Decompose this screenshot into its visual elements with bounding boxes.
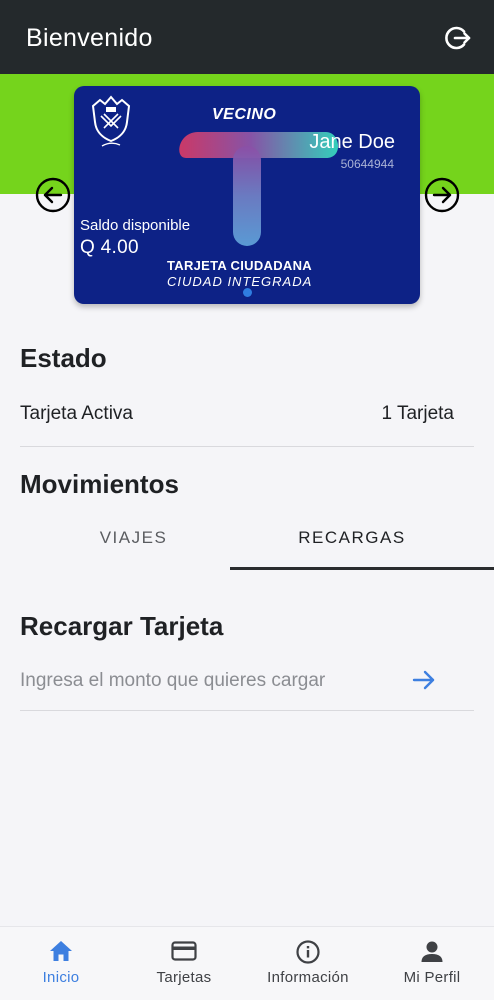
card-brand-line1: TARJETA CIUDADANA xyxy=(167,258,312,273)
home-icon xyxy=(50,941,72,961)
tab-viajes[interactable]: VIAJES xyxy=(20,520,247,570)
recharge-amount-input[interactable] xyxy=(20,664,354,698)
nav-label-inicio: Inicio xyxy=(42,969,80,986)
recargar-heading: Recargar Tarjeta xyxy=(20,611,224,641)
nav-label-informacion: Información xyxy=(267,969,349,986)
bottom-navigation: Inicio Tarjetas Información Mi Perfil xyxy=(0,926,494,1000)
header-title: Bienvenido xyxy=(26,24,153,52)
app-header: Bienvenido xyxy=(0,0,494,74)
arrow-right-icon xyxy=(412,670,435,690)
arrow-right-circle-icon xyxy=(424,177,460,213)
app-screen: Bienvenido VECINO Jane Doe 50644944 Sald… xyxy=(0,0,494,1000)
carousel-prev-button[interactable] xyxy=(35,177,71,213)
card-number: 50644944 xyxy=(340,157,394,171)
nav-item-tarjetas[interactable]: Tarjetas xyxy=(122,927,246,1000)
credit-card-icon xyxy=(171,941,197,961)
card-count-label: 1 Tarjeta xyxy=(381,403,454,424)
arrow-left-circle-icon xyxy=(35,177,71,213)
card-type-label: VECINO xyxy=(212,106,277,123)
logout-button[interactable] xyxy=(444,24,472,52)
nav-label-tarjetas: Tarjetas xyxy=(156,969,212,986)
balance-value: Q 4.00 xyxy=(80,237,139,258)
input-underline xyxy=(20,710,474,711)
recharge-submit-button[interactable] xyxy=(410,666,438,694)
card-brand-line2: CIUDAD INTEGRADA xyxy=(167,274,313,289)
nav-item-mi-perfil[interactable]: Mi Perfil xyxy=(370,927,494,1000)
logout-icon xyxy=(445,26,471,50)
person-icon xyxy=(421,941,443,962)
balance-label: Saldo disponible xyxy=(80,217,191,234)
city-seal-logo xyxy=(91,95,131,147)
card-holder-name: Jane Doe xyxy=(309,131,395,153)
movimientos-heading: Movimientos xyxy=(20,469,179,499)
info-icon xyxy=(296,940,320,964)
card-status-label: Tarjeta Activa xyxy=(20,403,133,424)
carousel-next-button[interactable] xyxy=(424,177,460,213)
active-tab-indicator xyxy=(230,567,494,570)
divider xyxy=(20,446,474,447)
carousel-indicator-dot xyxy=(243,288,252,297)
estado-heading: Estado xyxy=(20,343,107,373)
tab-recargas[interactable]: RECARGAS xyxy=(230,520,474,570)
nav-label-mi-perfil: Mi Perfil xyxy=(403,969,461,986)
movements-tabs: VIAJES RECARGAS xyxy=(20,520,494,572)
citizen-card[interactable]: VECINO Jane Doe 50644944 Saldo disponibl… xyxy=(74,86,420,304)
nav-item-informacion[interactable]: Información xyxy=(246,927,370,1000)
nav-item-inicio[interactable]: Inicio xyxy=(0,927,122,1000)
